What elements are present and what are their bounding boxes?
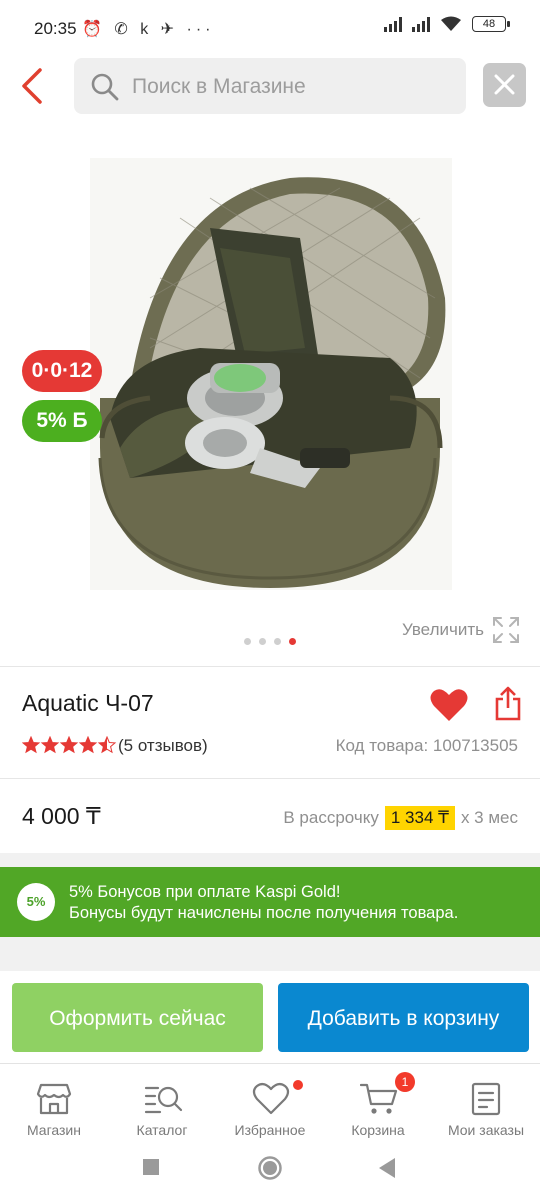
pagination-dot[interactable] (244, 638, 251, 645)
bonus-percent-icon: 5% (17, 883, 55, 921)
shop-icon (36, 1083, 72, 1115)
gallery-pagination (244, 638, 296, 645)
pagination-dot[interactable] (259, 638, 266, 645)
add-to-cart-button[interactable]: Добавить в корзину (278, 983, 529, 1052)
product-image[interactable] (90, 158, 452, 590)
rating-stars (22, 736, 118, 754)
status-bar: 20:35 ⏰ ✆ k ✈ ··· 48 (0, 0, 540, 56)
action-bar: Оформить сейчас Добавить в корзину (0, 971, 540, 1063)
close-button[interactable] (483, 63, 526, 107)
pagination-dot-active[interactable] (289, 638, 296, 645)
nav-label: Корзина (351, 1122, 405, 1138)
nav-item-catalog[interactable]: Каталог (108, 1072, 216, 1138)
search-header (0, 56, 540, 118)
chevron-left-icon (22, 68, 42, 104)
signal-icon (412, 16, 430, 32)
search-bar[interactable] (74, 58, 466, 116)
home-icon[interactable] (257, 1155, 283, 1181)
installment-prefix: В рассрочку (283, 808, 379, 827)
zoom-link[interactable]: Увеличить (402, 620, 484, 640)
notification-icons: ⏰ ✆ k ✈ ··· (82, 21, 215, 38)
search-input[interactable] (130, 58, 454, 116)
system-navigation (0, 1141, 540, 1200)
nav-item-orders[interactable]: Мои заказы (432, 1072, 540, 1138)
product-code: Код товара: 100713505 (335, 736, 518, 755)
bonus-text: 5% Бонусов при оплате Kaspi Gold! Бонусы… (69, 882, 458, 924)
nav-item-cart[interactable]: 1 Корзина (324, 1072, 432, 1138)
cart-count-badge: 1 (395, 1072, 415, 1092)
battery-icon: 48 (472, 16, 510, 32)
favorites-dot (293, 1080, 303, 1090)
recents-icon[interactable] (142, 1158, 160, 1176)
close-icon (494, 74, 515, 95)
bonus-line-1: 5% Бонусов при оплате Kaspi Gold! (69, 883, 341, 901)
share-icon[interactable] (494, 686, 522, 722)
nav-label: Избранное (234, 1122, 306, 1138)
cart-icon (360, 1083, 398, 1114)
back-nav-icon[interactable] (377, 1157, 397, 1179)
divider (0, 666, 540, 667)
search-icon (91, 73, 119, 101)
star-icons (22, 736, 117, 754)
nav-label: Мои заказы (447, 1122, 525, 1138)
catalog-search-icon (144, 1086, 183, 1114)
signal-icon (384, 16, 402, 32)
status-time: 20:35 (34, 19, 77, 38)
bonus-banner: 5% 5% Бонусов при оплате Kaspi Gold! Бон… (0, 867, 540, 937)
product-price: 4 000 ₸ (22, 803, 101, 829)
orders-icon (471, 1082, 501, 1116)
divider (0, 778, 540, 779)
product-gallery[interactable]: 0·0·12 5% Б Увеличить (0, 118, 540, 666)
installment-badge: 0·0·12 (22, 350, 102, 392)
heart-icon (252, 1082, 290, 1115)
bonus-line-2: Бонусы будут начислены после получения т… (69, 904, 459, 922)
status-right: 48 (384, 16, 510, 32)
section-gap (0, 853, 540, 867)
product-title: Aquatic Ч-07 (22, 690, 154, 716)
favorite-heart-icon[interactable] (430, 688, 468, 722)
installment-info: В рассрочку 1 334 ₸ x 3 мес (283, 806, 518, 830)
nav-label: Каталог (136, 1122, 188, 1138)
checkout-now-button[interactable]: Оформить сейчас (12, 983, 263, 1052)
bottom-navigation: Магазин Каталог Избранное 1 Корзина Мои … (0, 1063, 540, 1142)
installment-amount: 1 334 ₸ (384, 806, 455, 830)
expand-icon[interactable] (492, 616, 520, 644)
pagination-dot[interactable] (274, 638, 281, 645)
wifi-icon (441, 16, 461, 31)
nav-item-favorites[interactable]: Избранное (216, 1072, 324, 1138)
reviews-link[interactable]: (5 отзывов) (118, 736, 208, 756)
installment-suffix: x 3 мес (460, 808, 518, 827)
back-button[interactable] (14, 64, 54, 108)
nav-label: Магазин (26, 1122, 81, 1138)
bonus-badge: 5% Б (22, 400, 102, 442)
section-gap (0, 937, 540, 971)
nav-item-shop[interactable]: Магазин (0, 1072, 108, 1138)
